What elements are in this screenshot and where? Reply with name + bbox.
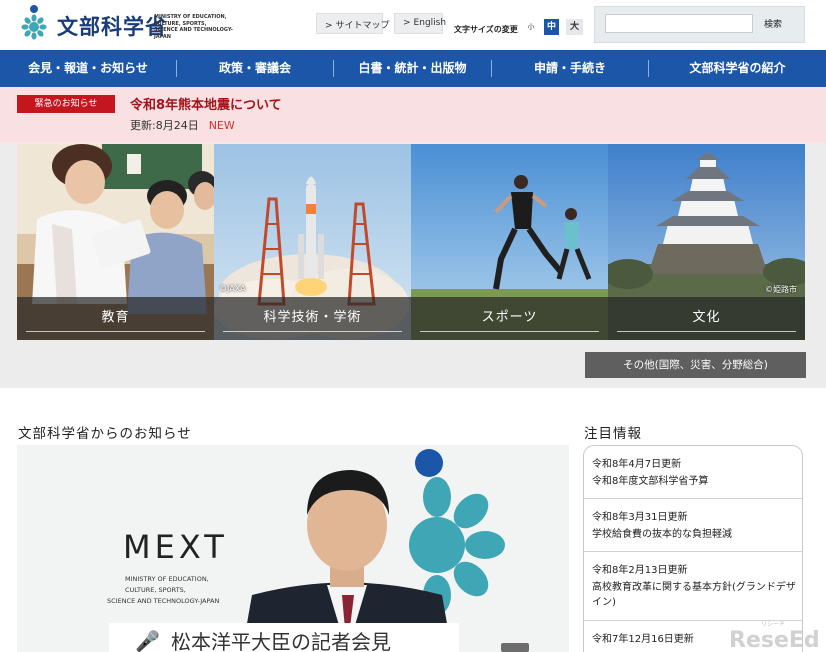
search-input[interactable] — [605, 14, 753, 33]
attention-item-text: 学校給食費の抜本的な負担軽減 — [592, 529, 732, 540]
attention-item[interactable]: 令和8年3月31日更新 学校給食費の抜本的な負担軽減 — [584, 499, 802, 552]
mext-backdrop-line: MINISTRY OF EDUCATION, — [125, 575, 209, 583]
attention-item[interactable]: 令和8年2月13日更新 高校教育改革に関する基本方針(グランドデザイン) — [584, 552, 802, 621]
slider-control-icon — [501, 643, 529, 652]
gnav-item-policy[interactable]: 政策・審議会 — [177, 50, 333, 87]
emergency-updated: 更新:8月24日 NEW — [130, 119, 235, 132]
font-size-large-button[interactable]: 大 — [566, 19, 583, 35]
mext-emblem-icon — [21, 5, 47, 40]
attention-item-text: 令和8年度文部科学省予算 — [592, 476, 709, 487]
category-label: 科学技術・学術 — [214, 297, 411, 340]
attention-section-title: 注目情報 — [584, 426, 642, 442]
category-label: スポーツ — [411, 297, 608, 340]
sitemap-button[interactable]: > サイトマップ — [316, 13, 390, 34]
gnav-item-publications[interactable]: 白書・統計・出版物 — [334, 50, 491, 87]
gnav-item-applications[interactable]: 申請・手続き — [492, 50, 648, 87]
photo-credit: ©姫路市 — [765, 285, 797, 294]
mext-backdrop-line: CULTURE, SPORTS, — [125, 586, 186, 594]
category-sports[interactable]: スポーツ — [411, 144, 608, 340]
emergency-alert: 緊急のお知らせ 令和8年熊本地震について 更新:8月24日 NEW — [0, 87, 826, 143]
logo-wordmark: 文部科学省 — [57, 15, 167, 39]
site-logo[interactable]: 文部科学省 MINISTRY OF EDUCATION, CULTURE, SP… — [17, 3, 233, 45]
logo-english-text: MINISTRY OF EDUCATION, CULTURE, SPORTS, … — [154, 14, 233, 40]
site-header: 文部科学省 MINISTRY OF EDUCATION, CULTURE, SP… — [0, 0, 826, 50]
category-education[interactable]: 教育 — [17, 144, 214, 340]
search-button[interactable]: 検索 — [759, 14, 787, 33]
chevron-right-icon: > — [325, 21, 333, 31]
category-science[interactable]: ©JAXA 科学技術・学術 — [214, 144, 411, 340]
emergency-link[interactable]: 令和8年熊本地震について — [130, 94, 282, 113]
news-banner-text: 松本洋平大臣の記者会見 — [171, 630, 391, 652]
category-grid: 教育 ©JAXA 科学技術・学術 スポーツ ©姫路市 文化 — [17, 144, 806, 340]
mext-backdrop-text: MEXT — [123, 528, 228, 566]
category-culture[interactable]: ©姫路市 文化 — [608, 144, 805, 340]
mic-icon: 🎤 — [135, 629, 160, 652]
other-categories-button[interactable]: その他(国際、災害、分野総合) — [585, 352, 806, 378]
emergency-tag: 緊急のお知らせ — [17, 95, 115, 113]
svg-text:リシード: リシード — [761, 621, 785, 628]
english-button[interactable]: > English — [394, 13, 446, 34]
press-conference-photo: MEXT MINISTRY OF EDUCATION, CULTURE, SPO… — [17, 445, 569, 652]
font-size-small-button[interactable]: 小 — [525, 19, 537, 35]
font-size-medium-button[interactable]: 中 — [544, 19, 559, 35]
attention-item-date: 令和8年4月7日更新 — [592, 459, 682, 470]
svg-text:ReseEd: ReseEd — [729, 628, 820, 651]
chevron-right-icon: > — [403, 18, 411, 28]
gnav-item-press[interactable]: 会見・報道・お知らせ — [0, 50, 176, 87]
news-feature-image[interactable]: MEXT MINISTRY OF EDUCATION, CULTURE, SPO… — [17, 445, 569, 652]
category-label: 文化 — [608, 297, 805, 340]
resed-watermark: リシード ReseEd — [729, 621, 820, 651]
category-section: 教育 ©JAXA 科学技術・学術 スポーツ ©姫路市 文化 その他(国際、災害、… — [0, 143, 826, 388]
page: 文部科学省 MINISTRY OF EDUCATION, CULTURE, SP… — [0, 0, 826, 652]
gnav-item-about[interactable]: 文部科学省の紹介 — [649, 50, 826, 87]
attention-item-text: 高校教育改革に関する基本方針(グランドデザイン) — [592, 582, 796, 608]
search-area: 検索 — [594, 6, 805, 43]
attention-item-date: 令和8年2月13日更新 — [592, 565, 688, 576]
category-label: 教育 — [17, 297, 214, 340]
attention-item-date: 令和8年3月31日更新 — [592, 512, 688, 523]
global-nav: 会見・報道・お知らせ 政策・審議会 白書・統計・出版物 申請・手続き 文部科学省… — [0, 50, 826, 87]
photo-credit: ©JAXA — [219, 284, 246, 293]
mext-backdrop-line: SCIENCE AND TECHNOLOGY-JAPAN — [107, 597, 219, 605]
new-badge: NEW — [208, 119, 235, 132]
attention-item[interactable]: 令和8年4月7日更新 令和8年度文部科学省予算 — [584, 446, 802, 499]
font-size-label: 文字サイズの変更 — [454, 25, 518, 34]
news-section-title: 文部科学省からのお知らせ — [18, 426, 192, 442]
